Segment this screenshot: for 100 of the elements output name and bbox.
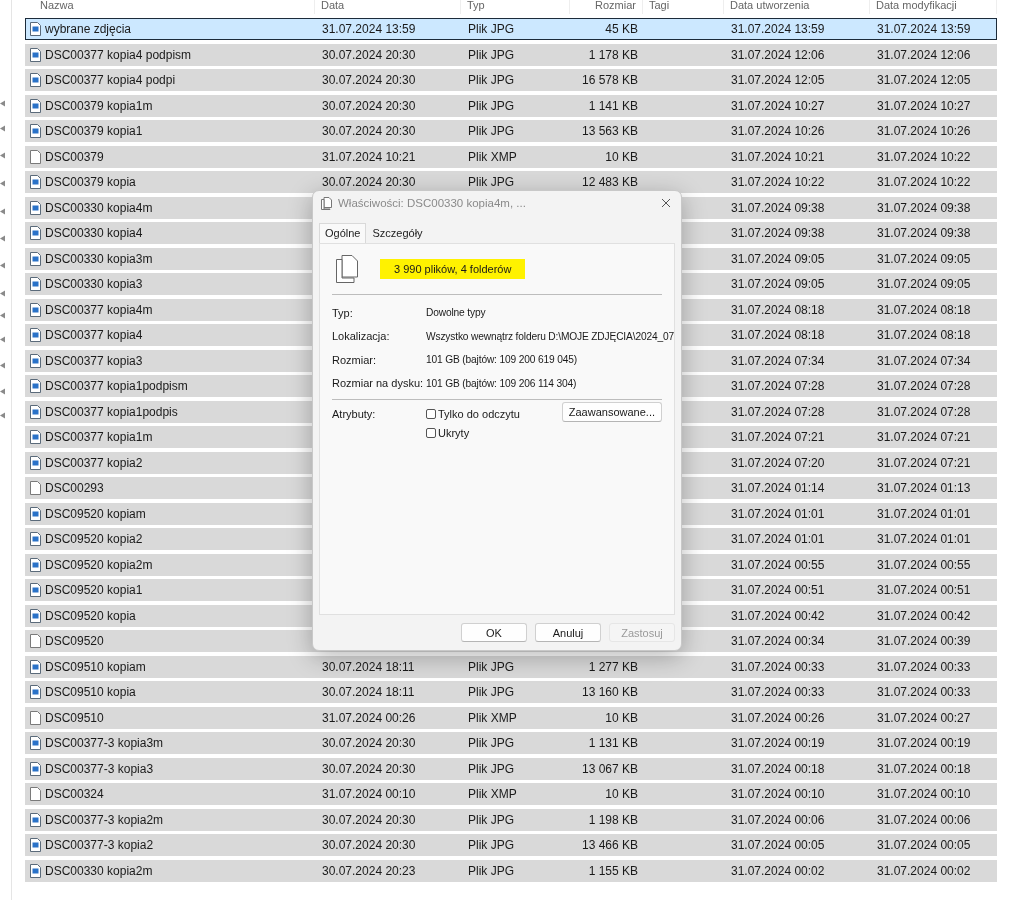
file-name: DSC00377 kopia4 podpi bbox=[45, 73, 176, 87]
file-name: DSC09520 bbox=[45, 634, 104, 648]
modified-cell-text: 31.07.2024 09:05 bbox=[876, 251, 971, 266]
created-cell-text: 31.07.2024 00:34 bbox=[730, 634, 825, 648]
file-name: DSC09520 kopia2 bbox=[45, 532, 143, 546]
created-cell-text: 31.07.2024 07:28 bbox=[730, 404, 825, 419]
created-cell-text: 31.07.2024 00:02 bbox=[730, 863, 825, 878]
date-cell-text: 30.07.2024 20:30 bbox=[321, 736, 416, 750]
modified-cell-text: 31.07.2024 01:01 bbox=[876, 506, 971, 521]
file-name: DSC00377-3 kopia3m bbox=[45, 736, 164, 750]
type-cell-text: Plik JPG bbox=[467, 659, 514, 674]
modified-cell-text: 31.07.2024 07:21 bbox=[876, 455, 971, 470]
type-cell-text: Plik XMP bbox=[467, 149, 517, 164]
file-name: wybrane zdjęcia bbox=[45, 22, 132, 36]
date-cell-text: 30.07.2024 20:23 bbox=[321, 863, 416, 878]
created-cell-text: 31.07.2024 01:01 bbox=[730, 506, 825, 521]
property-value: 101 GB (bajtów: 109 206 114 304) bbox=[426, 377, 578, 389]
property-value: Dowolne typy bbox=[426, 307, 487, 319]
type-cell-text: Plik XMP bbox=[467, 787, 517, 801]
date-cell-text: 30.07.2024 20:30 bbox=[321, 175, 416, 189]
size-cell: 1 141 KB bbox=[588, 98, 638, 113]
file-name: DSC00377-3 kopia2m bbox=[45, 812, 164, 827]
type-cell-text: Plik JPG bbox=[467, 175, 514, 189]
modified-cell-text: 31.07.2024 00:55 bbox=[876, 557, 971, 572]
created-cell-text: 31.07.2024 00:42 bbox=[730, 608, 825, 623]
size-cell: 13 067 KB bbox=[581, 761, 638, 776]
file-name: DSC00293 bbox=[45, 481, 104, 495]
date-cell-text: 30.07.2024 18:11 bbox=[321, 659, 415, 674]
file-name: DSC00330 kopia4m bbox=[45, 200, 153, 215]
created-cell-text: 31.07.2024 10:27 bbox=[730, 98, 825, 113]
file-name: DSC09510 bbox=[45, 710, 104, 725]
modified-cell-text: 31.07.2024 13:59 bbox=[876, 22, 971, 36]
modified-cell-text: 31.07.2024 01:01 bbox=[876, 532, 971, 546]
file-name: DSC09510 kopia bbox=[45, 685, 136, 699]
created-cell-text: 31.07.2024 10:22 bbox=[730, 175, 825, 189]
file-name: DSC09520 kopiam bbox=[45, 506, 146, 521]
created-cell-text: 31.07.2024 01:01 bbox=[730, 532, 825, 546]
created-cell-text: 31.07.2024 00:19 bbox=[730, 736, 825, 750]
modified-cell-text: 31.07.2024 10:27 bbox=[876, 98, 971, 113]
modified-cell-text: 31.07.2024 08:18 bbox=[876, 328, 971, 342]
size-cell: 1 178 KB bbox=[588, 47, 638, 62]
file-name: DSC09520 kopia2m bbox=[45, 557, 153, 572]
modified-cell-text: 31.07.2024 08:18 bbox=[876, 302, 971, 317]
file-name: DSC09520 kopia1 bbox=[45, 583, 143, 597]
date-cell-text: 31.07.2024 10:21 bbox=[321, 149, 416, 164]
modified-cell-text: 31.07.2024 07:21 bbox=[876, 430, 971, 444]
created-cell-text: 31.07.2024 09:38 bbox=[730, 200, 825, 215]
modified-cell-text: 31.07.2024 10:26 bbox=[876, 124, 971, 138]
date-cell-text: 31.07.2024 00:10 bbox=[321, 787, 416, 801]
modified-cell-text: 31.07.2024 10:22 bbox=[876, 175, 971, 189]
file-name: DSC00330 kopia2m bbox=[45, 863, 153, 878]
file-name: DSC00377 kopia3 bbox=[45, 353, 143, 368]
created-cell-text: 31.07.2024 00:06 bbox=[730, 812, 825, 827]
modified-cell-text: 31.07.2024 00:02 bbox=[876, 863, 971, 878]
date-cell-text: 30.07.2024 20:30 bbox=[321, 838, 416, 852]
file-name: DSC00377 kopia1podpism bbox=[45, 379, 188, 393]
created-cell-text: 31.07.2024 00:51 bbox=[730, 583, 825, 597]
file-name: DSC00377 kopia1m bbox=[45, 430, 153, 444]
file-name: DSC09510 kopiam bbox=[45, 659, 146, 674]
size-cell: 1 131 KB bbox=[588, 736, 638, 750]
created-cell-text: 31.07.2024 10:21 bbox=[730, 149, 825, 164]
size-cell: 45 KB bbox=[605, 22, 638, 36]
attributes-label: Atrybuty: bbox=[332, 408, 377, 420]
created-cell-text: 31.07.2024 12:06 bbox=[730, 47, 825, 62]
property-label: Rozmiar: bbox=[332, 353, 377, 366]
type-cell-text: Plik JPG bbox=[467, 685, 514, 699]
dialog-title: Właściwości: DSC00330 kopia4m, ... bbox=[338, 197, 527, 209]
created-cell-text: 31.07.2024 10:26 bbox=[730, 124, 825, 138]
modified-cell-text: 31.07.2024 09:38 bbox=[876, 226, 971, 240]
modified-cell-text: 31.07.2024 07:34 bbox=[876, 353, 971, 368]
type-cell-text: Plik JPG bbox=[467, 73, 514, 87]
modified-cell-text: 31.07.2024 12:06 bbox=[876, 47, 971, 62]
file-name: DSC00379 kopia1 bbox=[45, 124, 143, 138]
file-name: DSC00379 kopia1m bbox=[45, 98, 153, 113]
created-cell-text: 31.07.2024 09:05 bbox=[730, 277, 825, 291]
date-cell-text: 30.07.2024 20:30 bbox=[321, 761, 416, 776]
created-cell-text: 31.07.2024 09:38 bbox=[730, 226, 825, 240]
created-cell-text: 31.07.2024 12:05 bbox=[730, 73, 825, 87]
file-name: DSC00330 kopia3 bbox=[45, 277, 143, 291]
type-cell-text: Plik JPG bbox=[467, 22, 514, 36]
file-name: DSC00377 kopia4 podpism bbox=[45, 47, 192, 62]
size-cell: 1 277 KB bbox=[588, 659, 638, 674]
type-cell-text: Plik JPG bbox=[467, 98, 514, 113]
modified-cell-text: 31.07.2024 00:42 bbox=[876, 608, 971, 623]
file-name: DSC00330 kopia4 bbox=[45, 226, 143, 240]
modified-cell-text: 31.07.2024 00:39 bbox=[876, 634, 971, 648]
created-cell-text: 31.07.2024 08:18 bbox=[730, 328, 825, 342]
size-cell: 13 466 KB bbox=[581, 838, 638, 852]
file-name: DSC00377-3 kopia3 bbox=[45, 761, 154, 776]
property-label: Typ: bbox=[332, 306, 354, 319]
modified-cell-text: 31.07.2024 00:51 bbox=[876, 583, 971, 597]
file-name: DSC00379 kopia bbox=[45, 175, 136, 189]
created-cell-text: 31.07.2024 00:26 bbox=[730, 710, 825, 725]
type-cell-text: Plik JPG bbox=[467, 761, 514, 776]
created-cell-text: 31.07.2024 00:33 bbox=[730, 659, 825, 674]
size-cell: 10 KB bbox=[605, 710, 638, 725]
size-cell: 16 578 KB bbox=[581, 73, 638, 87]
modified-cell-text: 31.07.2024 07:28 bbox=[876, 404, 971, 419]
type-cell-text: Plik JPG bbox=[467, 736, 514, 750]
modified-cell-text: 31.07.2024 09:05 bbox=[876, 277, 971, 291]
